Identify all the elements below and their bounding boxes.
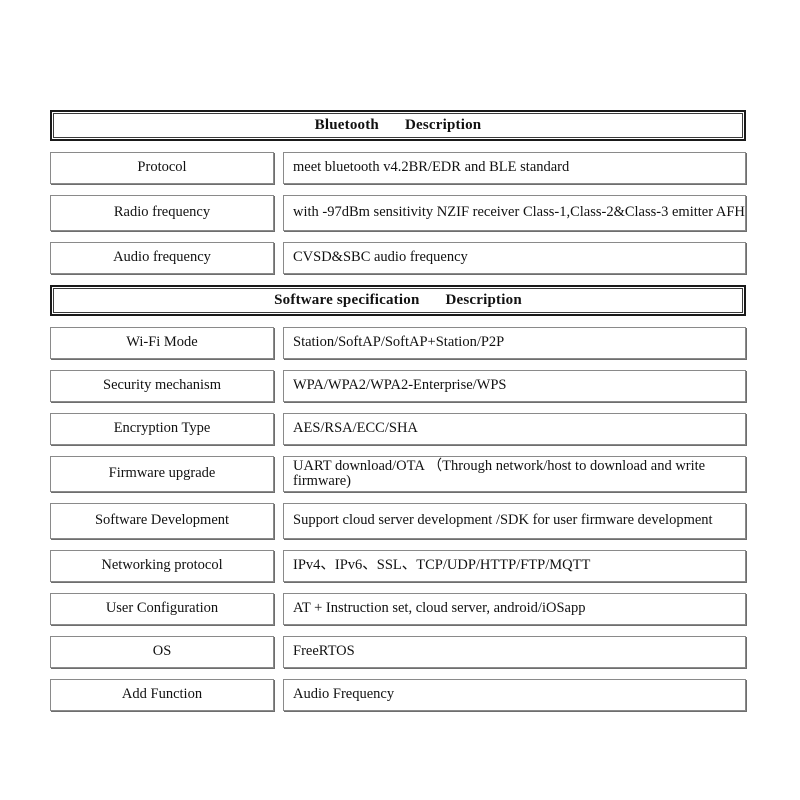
row-label-text: Software Development [94, 512, 230, 529]
row-label-cell: Protocol [50, 152, 274, 184]
section-header-inner: Bluetooth Description [315, 117, 482, 134]
section-header-title: Bluetooth [314, 117, 379, 133]
row-value-text: Audio Frequency [293, 686, 395, 703]
row-value-text: with -97dBm sensitivity NZIF receiver Cl… [293, 204, 745, 221]
section-header-title: Software specification [274, 292, 420, 308]
row-value-cell: FreeRTOS [283, 636, 746, 668]
table-row: Encryption Type AES/RSA/ECC/SHA [50, 413, 746, 445]
row-label-cell: Software Development [50, 503, 274, 539]
row-label-cell: Add Function [50, 679, 274, 711]
row-value-text: FreeRTOS [293, 643, 355, 660]
row-value-text: Station/SoftAP/SoftAP+Station/P2P [293, 334, 505, 351]
row-label-text: OS [152, 643, 172, 660]
row-label-text: Firmware upgrade [108, 465, 216, 482]
row-label-cell: Networking protocol [50, 550, 274, 582]
table-row: Software Development Support cloud server… [50, 503, 746, 539]
section-header-software-specification: Software specification Description [50, 285, 746, 316]
section-header-inner: Software specification Description [274, 292, 522, 309]
table-row: Protocol meet bluetooth v4.2BR/EDR and BL… [50, 152, 746, 184]
table-row: User Configuration AT + Instruction set, … [50, 593, 746, 625]
row-value-cell: with -97dBm sensitivity NZIF receiver Cl… [283, 195, 746, 231]
section-header-description-label: Description [404, 117, 482, 133]
row-value-text: AES/RSA/ECC/SHA [293, 420, 418, 437]
row-value-text: meet bluetooth v4.2BR/EDR and BLE standa… [293, 159, 570, 176]
row-label-cell: Radio frequency [50, 195, 274, 231]
table-row: OS FreeRTOS [50, 636, 746, 668]
row-label-cell: User Configuration [50, 593, 274, 625]
row-label-cell: Security mechanism [50, 370, 274, 402]
row-value-cell: UART download/OTA （Through network/host … [283, 456, 746, 492]
row-value-cell: Station/SoftAP/SoftAP+Station/P2P [283, 327, 746, 359]
row-label-cell: Firmware upgrade [50, 456, 274, 492]
row-value-cell: WPA/WPA2/WPA2-Enterprise/WPS [283, 370, 746, 402]
row-value-cell: AT + Instruction set, cloud server, andr… [283, 593, 746, 625]
row-label-cell: OS [50, 636, 274, 668]
specification-table: Bluetooth Description Protocol meet bluetoo… [50, 110, 746, 711]
row-label-text: Networking protocol [101, 557, 223, 574]
table-row: Audio frequency CVSD&SBC audio frequency [50, 242, 746, 274]
row-label-cell: Wi-Fi Mode [50, 327, 274, 359]
row-value-cell: meet bluetooth v4.2BR/EDR and BLE standa… [283, 152, 746, 184]
row-value-cell: AES/RSA/ECC/SHA [283, 413, 746, 445]
row-label-text: Audio frequency [113, 249, 211, 266]
table-row: Firmware upgrade UART download/OTA （Throu… [50, 456, 746, 492]
row-label-text: Wi-Fi Mode [126, 334, 198, 351]
row-value-cell: Audio Frequency [283, 679, 746, 711]
row-value-cell: Support cloud server development /SDK fo… [283, 503, 746, 539]
row-value-cell: IPv4、IPv6、SSL、TCP/UDP/HTTP/FTP/MQTT [283, 550, 746, 582]
row-label-cell: Audio frequency [50, 242, 274, 274]
table-row: Radio frequency with -97dBm sensitivity N… [50, 195, 746, 231]
row-label-text: Add Function [121, 686, 203, 703]
row-value-text: WPA/WPA2/WPA2-Enterprise/WPS [293, 377, 507, 394]
section-header-bluetooth: Bluetooth Description [50, 110, 746, 141]
row-label-text: Security mechanism [103, 377, 221, 394]
row-value-text: Support cloud server development /SDK fo… [293, 512, 713, 529]
row-label-text: Protocol [137, 159, 187, 176]
row-value-text: AT + Instruction set, cloud server, andr… [293, 600, 586, 617]
row-value-cell: CVSD&SBC audio frequency [283, 242, 746, 274]
row-label-text: Radio frequency [113, 204, 211, 221]
table-row: Wi-Fi Mode Station/SoftAP/SoftAP+Station/… [50, 327, 746, 359]
table-row: Add Function Audio Frequency [50, 679, 746, 711]
row-value-text: CVSD&SBC audio frequency [293, 249, 468, 266]
row-label-text: Encryption Type [113, 420, 211, 437]
table-row: Networking protocol IPv4、IPv6、SSL、TCP/UDP… [50, 550, 746, 582]
row-value-text: UART download/OTA （Through network/host … [293, 457, 706, 489]
section-header-description-label: Description [445, 292, 522, 308]
row-label-cell: Encryption Type [50, 413, 274, 445]
table-row: Security mechanism WPA/WPA2/WPA2-Enterpri… [50, 370, 746, 402]
row-label-text: User Configuration [105, 600, 219, 617]
row-value-text: IPv4、IPv6、SSL、TCP/UDP/HTTP/FTP/MQTT [293, 557, 591, 574]
